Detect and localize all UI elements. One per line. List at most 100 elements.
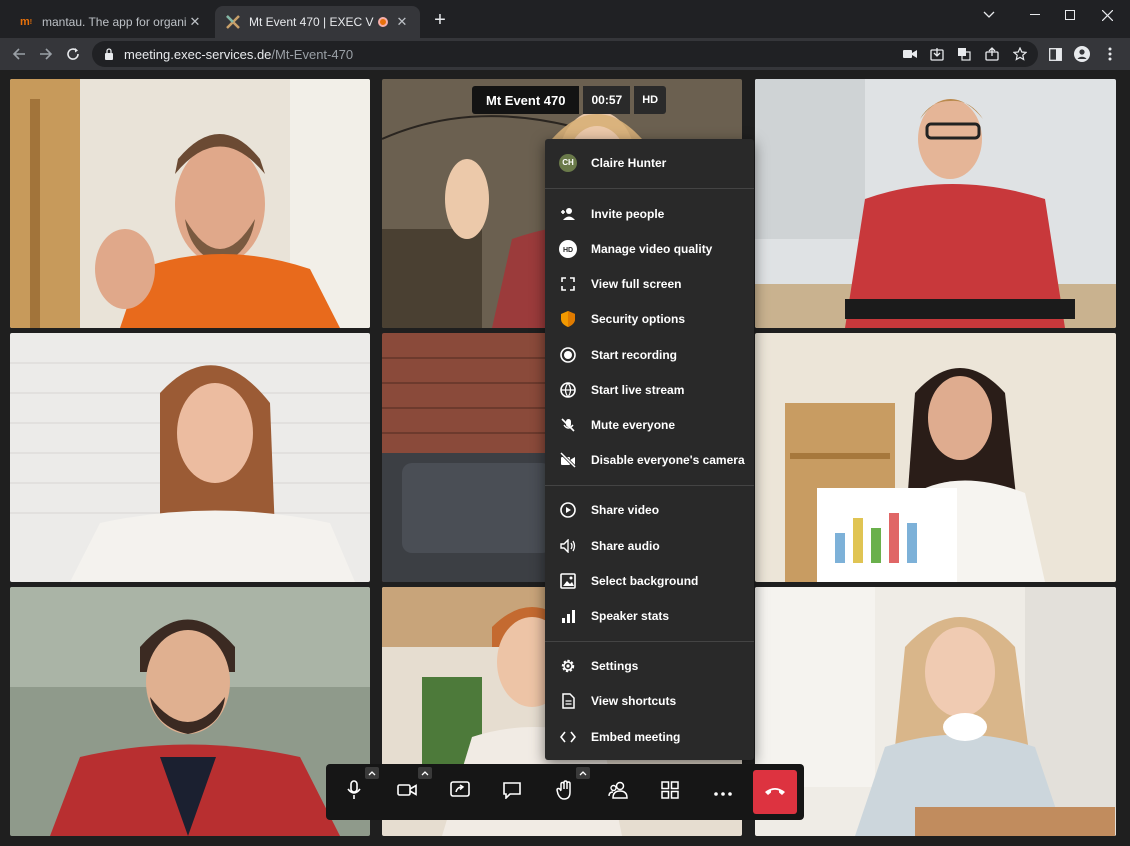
participant-video-tile[interactable] — [755, 587, 1116, 836]
meeting-header: Mt Event 470 00:57 HD — [472, 86, 667, 114]
tab-close-icon[interactable]: ✕ — [187, 14, 203, 30]
menu-item-livestream[interactable]: Start live stream — [545, 372, 754, 407]
reactions-chevron-icon[interactable] — [576, 767, 590, 779]
camera-off-icon — [559, 451, 577, 469]
browser-tabstrip: m! mantau. The app for organization ✕ Mt… — [0, 0, 1130, 38]
image-icon — [559, 572, 577, 590]
meeting-timer: 00:57 — [583, 86, 631, 114]
camera-options-chevron-icon[interactable] — [418, 767, 432, 779]
menu-item-label: Select background — [591, 573, 699, 588]
menu-item-embed[interactable]: Embed meeting — [545, 719, 754, 754]
reload-icon[interactable] — [62, 43, 84, 65]
share-icon[interactable] — [983, 45, 1001, 63]
participant-video-tile[interactable] — [755, 333, 1116, 582]
menu-item-label: Speaker stats — [591, 608, 670, 623]
menu-item-settings[interactable]: Settings — [545, 648, 754, 683]
hangup-icon — [764, 783, 786, 801]
menu-item-security[interactable]: Security options — [545, 301, 754, 336]
stats-icon — [559, 607, 577, 625]
camera-permission-icon[interactable] — [901, 45, 919, 63]
profile-avatar-icon[interactable] — [1073, 45, 1091, 63]
menu-item-label: Start recording — [591, 347, 678, 362]
camera-button[interactable] — [389, 774, 425, 810]
bookmark-star-icon[interactable] — [1011, 45, 1029, 63]
side-panel-icon[interactable] — [1046, 45, 1064, 63]
menu-item-shortcuts[interactable]: View shortcuts — [545, 683, 754, 718]
participant-video-tile[interactable] — [755, 79, 1116, 328]
menu-item-quality[interactable]: HD Manage video quality — [545, 231, 754, 266]
menu-item-fullscreen[interactable]: View full screen — [545, 266, 754, 301]
menu-item-label: Invite people — [591, 206, 665, 221]
browser-menu-icon[interactable] — [1101, 45, 1119, 63]
menu-item-label: Embed meeting — [591, 729, 681, 744]
new-tab-button[interactable]: + — [430, 10, 450, 30]
back-icon[interactable] — [8, 43, 30, 65]
gear-icon — [559, 657, 577, 675]
menu-item-record[interactable]: Start recording — [545, 337, 754, 372]
menu-item-label: Disable everyone's camera — [591, 452, 745, 467]
screenshare-button[interactable] — [442, 774, 478, 810]
menu-item-mute-all[interactable]: Mute everyone — [545, 407, 754, 442]
raise-hand-button[interactable] — [547, 774, 583, 810]
microphone-icon — [345, 779, 363, 805]
participant-video-tile[interactable] — [10, 333, 370, 582]
more-options-menu: CH Claire Hunter Invite people HD Manage… — [545, 139, 754, 760]
tab-close-icon[interactable]: ✕ — [394, 14, 410, 30]
menu-item-label: Manage video quality — [591, 241, 713, 256]
window-close-icon[interactable] — [1084, 0, 1130, 30]
meeting-title: Mt Event 470 — [472, 86, 580, 114]
hd-icon: HD — [559, 239, 577, 258]
avatar: CH — [559, 153, 577, 172]
livestream-icon — [559, 381, 577, 399]
address-bar[interactable]: meeting.exec-services.de/Mt-Event-470 — [92, 41, 1038, 67]
invite-icon — [559, 205, 577, 223]
chat-button[interactable] — [494, 774, 530, 810]
svg-text:HD: HD — [563, 247, 573, 254]
participant-video-tile[interactable] — [10, 79, 370, 328]
exec-logo-icon — [225, 14, 241, 30]
menu-item-camera-off-all[interactable]: Disable everyone's camera — [545, 442, 754, 477]
screenshare-icon — [450, 780, 470, 804]
forward-icon[interactable] — [35, 43, 57, 65]
tab-search-icon[interactable] — [966, 0, 1012, 30]
play-icon — [559, 501, 577, 519]
menu-item-invite[interactable]: Invite people — [545, 196, 754, 231]
menu-item-label: Mute everyone — [591, 417, 676, 432]
menu-item-label: Security options — [591, 311, 686, 326]
menu-item-share-video[interactable]: Share video — [545, 492, 754, 527]
tile-view-button[interactable] — [652, 774, 688, 810]
video-quality-badge[interactable]: HD — [634, 86, 667, 114]
menu-item-label: Start live stream — [591, 382, 685, 397]
microphone-button[interactable] — [336, 774, 372, 810]
meeting-toolbar — [326, 764, 804, 820]
tile-view-icon — [661, 780, 679, 804]
menu-item-label: Share audio — [591, 538, 660, 553]
menu-item-share-audio[interactable]: Share audio — [545, 528, 754, 563]
tab-exec-meeting[interactable]: Mt Event 470 | EXEC Videoko ✕ — [215, 6, 420, 38]
menu-divider — [545, 641, 754, 642]
hangup-button[interactable] — [753, 770, 797, 814]
more-options-button[interactable] — [705, 774, 741, 810]
url-path: /Mt-Event-470 — [271, 46, 354, 62]
install-app-icon[interactable] — [928, 45, 946, 63]
participants-icon — [608, 781, 628, 804]
lock-icon — [104, 48, 114, 60]
url-host: meeting.exec-services.de — [124, 46, 272, 62]
menu-item-background[interactable]: Select background — [545, 563, 754, 598]
code-icon — [559, 728, 577, 746]
menu-item-label: View shortcuts — [591, 693, 677, 708]
mantau-logo-icon: m! — [19, 16, 33, 28]
participant-video-tile[interactable] — [10, 587, 370, 836]
record-icon — [559, 346, 577, 364]
shield-icon — [559, 310, 577, 328]
menu-item-label: View full screen — [591, 276, 682, 291]
menu-item-speaker-stats[interactable]: Speaker stats — [545, 598, 754, 633]
translate-icon[interactable] — [955, 45, 973, 63]
menu-profile-item[interactable]: CH Claire Hunter — [545, 145, 754, 180]
document-icon — [559, 692, 577, 710]
speaker-icon — [559, 537, 577, 555]
tab-title: mantau. The app for organization — [42, 15, 187, 29]
tab-mantau[interactable]: m! mantau. The app for organization ✕ — [8, 6, 213, 38]
participants-button[interactable] — [600, 774, 636, 810]
microphone-options-chevron-icon[interactable] — [365, 767, 379, 779]
